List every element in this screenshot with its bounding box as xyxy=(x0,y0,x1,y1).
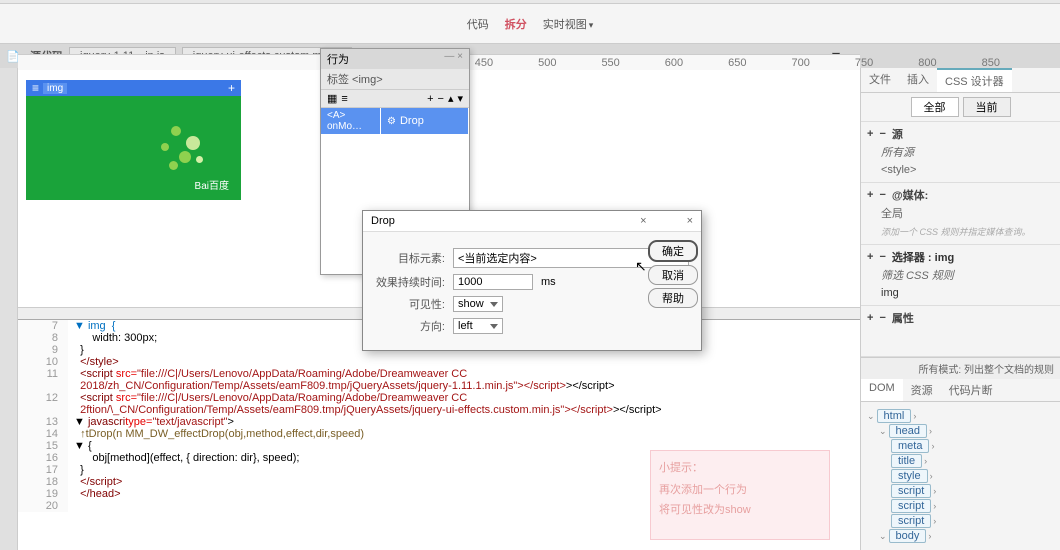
view-code-tab[interactable]: 代码 xyxy=(467,16,489,32)
css-all-pill[interactable]: 全部 xyxy=(911,97,959,117)
tab-snippets[interactable]: 代码片断 xyxy=(941,379,1001,401)
behaviors-title: 行为 xyxy=(327,51,349,67)
dom-tree[interactable]: ⌄html›⌄head›meta›title›style›script›scri… xyxy=(861,402,1060,550)
remove-media-icon[interactable]: − xyxy=(879,189,885,201)
plus-icon[interactable]: + xyxy=(228,81,235,95)
element-selector-bar[interactable]: ≡ img + xyxy=(26,80,241,96)
tab-resources[interactable]: 资源 xyxy=(903,379,941,401)
dom-node-style[interactable]: style› xyxy=(891,469,1054,483)
behaviors-toolbar: ▦ ≡ + − ▴ ▾ xyxy=(321,89,469,108)
behaviors-tag-label: 标签 <img> xyxy=(321,69,469,89)
remove-property-icon[interactable]: − xyxy=(879,312,885,324)
source-all[interactable]: 所有源 xyxy=(867,142,1054,162)
right-panel: 文件 插入 CSS 设计器 全部 当前 +−源 所有源 <style> +−@媒… xyxy=(860,68,1060,550)
view-split-tab[interactable]: 拆分 xyxy=(505,16,527,32)
behavior-row[interactable]: <A> onMo… ⚙Drop xyxy=(321,108,469,134)
move-down-icon[interactable]: ▾ xyxy=(457,92,463,105)
dom-node-script[interactable]: script› xyxy=(891,514,1054,528)
dialog-title: Drop xyxy=(371,215,395,227)
ok-button[interactable]: 确定 xyxy=(648,240,698,262)
duration-label: 效果持续时间: xyxy=(375,274,445,290)
gear-icon: ⚙ xyxy=(387,116,396,127)
right-panel-tabs: 文件 插入 CSS 设计器 xyxy=(861,68,1060,93)
duration-input[interactable] xyxy=(453,274,533,290)
visibility-select[interactable]: show xyxy=(453,296,503,312)
remove-source-icon[interactable]: − xyxy=(879,128,885,140)
media-hint: 添加一个 CSS 规则并指定媒体查询。 xyxy=(867,223,1054,240)
css-mode-footer: 所有模式: 列出整个文档的规则 xyxy=(861,358,1060,379)
help-button[interactable]: 帮助 xyxy=(648,288,698,308)
behavior-event[interactable]: <A> onMo… xyxy=(321,108,381,134)
behavior-action[interactable]: ⚙Drop xyxy=(381,108,469,134)
hint-tooltip: 小提示： 再次添加一个行为 将可见性改为show xyxy=(650,450,830,540)
chevron-down-icon xyxy=(490,324,498,329)
sources-header: 源 xyxy=(892,126,903,142)
css-current-pill[interactable]: 当前 xyxy=(963,97,1011,117)
element-tag-label: img xyxy=(43,83,67,94)
target-label: 目标元素: xyxy=(375,250,445,266)
selected-image[interactable]: ≡ img + Bai百度 xyxy=(26,80,241,200)
selectors-header: 选择器 : img xyxy=(892,249,954,265)
tab-insert[interactable]: 插入 xyxy=(899,68,937,92)
view-toolbar: 代码 拆分 实时视图▾ xyxy=(0,4,1060,44)
direction-select[interactable]: left xyxy=(453,318,503,334)
remove-selector-icon[interactable]: − xyxy=(879,251,885,263)
media-global[interactable]: 全局 xyxy=(867,203,1054,223)
dom-node-meta[interactable]: meta› xyxy=(891,439,1054,453)
code-view[interactable]: 7▼ img {8 width: 300px;9 }10 </style>11 … xyxy=(18,320,860,550)
add-behavior-icon[interactable]: + xyxy=(427,93,433,105)
dialog-buttons: 确定 取消 帮助 xyxy=(648,240,698,308)
panel-min-icon[interactable]: — × xyxy=(444,51,463,67)
ms-label: ms xyxy=(541,276,556,288)
tab-dom[interactable]: DOM xyxy=(861,379,903,401)
add-source-icon[interactable]: + xyxy=(867,128,873,140)
tab-files[interactable]: 文件 xyxy=(861,68,899,92)
image-content: Bai百度 xyxy=(26,96,241,200)
cancel-button[interactable]: 取消 xyxy=(648,265,698,285)
dialog-close-inner-icon[interactable]: × xyxy=(640,215,646,227)
dom-node-body[interactable]: ⌄body› xyxy=(879,529,1054,543)
hamburger-icon[interactable]: ≡ xyxy=(32,81,39,95)
dom-node-script[interactable]: script› xyxy=(891,499,1054,513)
visibility-label: 可见性: xyxy=(375,296,445,312)
list-view-icon[interactable]: ▦ xyxy=(327,92,337,105)
add-media-icon[interactable]: + xyxy=(867,189,873,201)
cursor-icon: ↖ xyxy=(635,258,647,275)
detail-view-icon[interactable]: ≡ xyxy=(341,93,347,105)
media-header: @媒体: xyxy=(892,187,928,203)
tab-css-designer[interactable]: CSS 设计器 xyxy=(937,68,1012,92)
dialog-close-icon[interactable]: × xyxy=(687,215,693,227)
selector-img[interactable]: img xyxy=(867,285,1054,301)
add-property-icon[interactable]: + xyxy=(867,312,873,324)
chevron-down-icon xyxy=(490,302,498,307)
source-style[interactable]: <style> xyxy=(867,162,1054,178)
add-selector-icon[interactable]: + xyxy=(867,251,873,263)
left-tool-strip xyxy=(0,68,18,550)
remove-behavior-icon[interactable]: − xyxy=(438,93,444,105)
move-up-icon[interactable]: ▴ xyxy=(448,92,454,105)
properties-header: 属性 xyxy=(892,310,914,326)
dom-node-script[interactable]: script› xyxy=(891,484,1054,498)
dom-node-html[interactable]: ⌄html› xyxy=(867,409,1054,423)
baidu-logo-text: Bai百度 xyxy=(195,177,229,192)
dom-node-head[interactable]: ⌄head› xyxy=(879,424,1054,438)
view-live-tab[interactable]: 实时视图▾ xyxy=(543,16,594,32)
selector-filter[interactable]: 筛选 CSS 规则 xyxy=(867,265,1054,285)
direction-label: 方向: xyxy=(375,318,445,334)
dom-node-title[interactable]: title› xyxy=(891,454,1054,468)
